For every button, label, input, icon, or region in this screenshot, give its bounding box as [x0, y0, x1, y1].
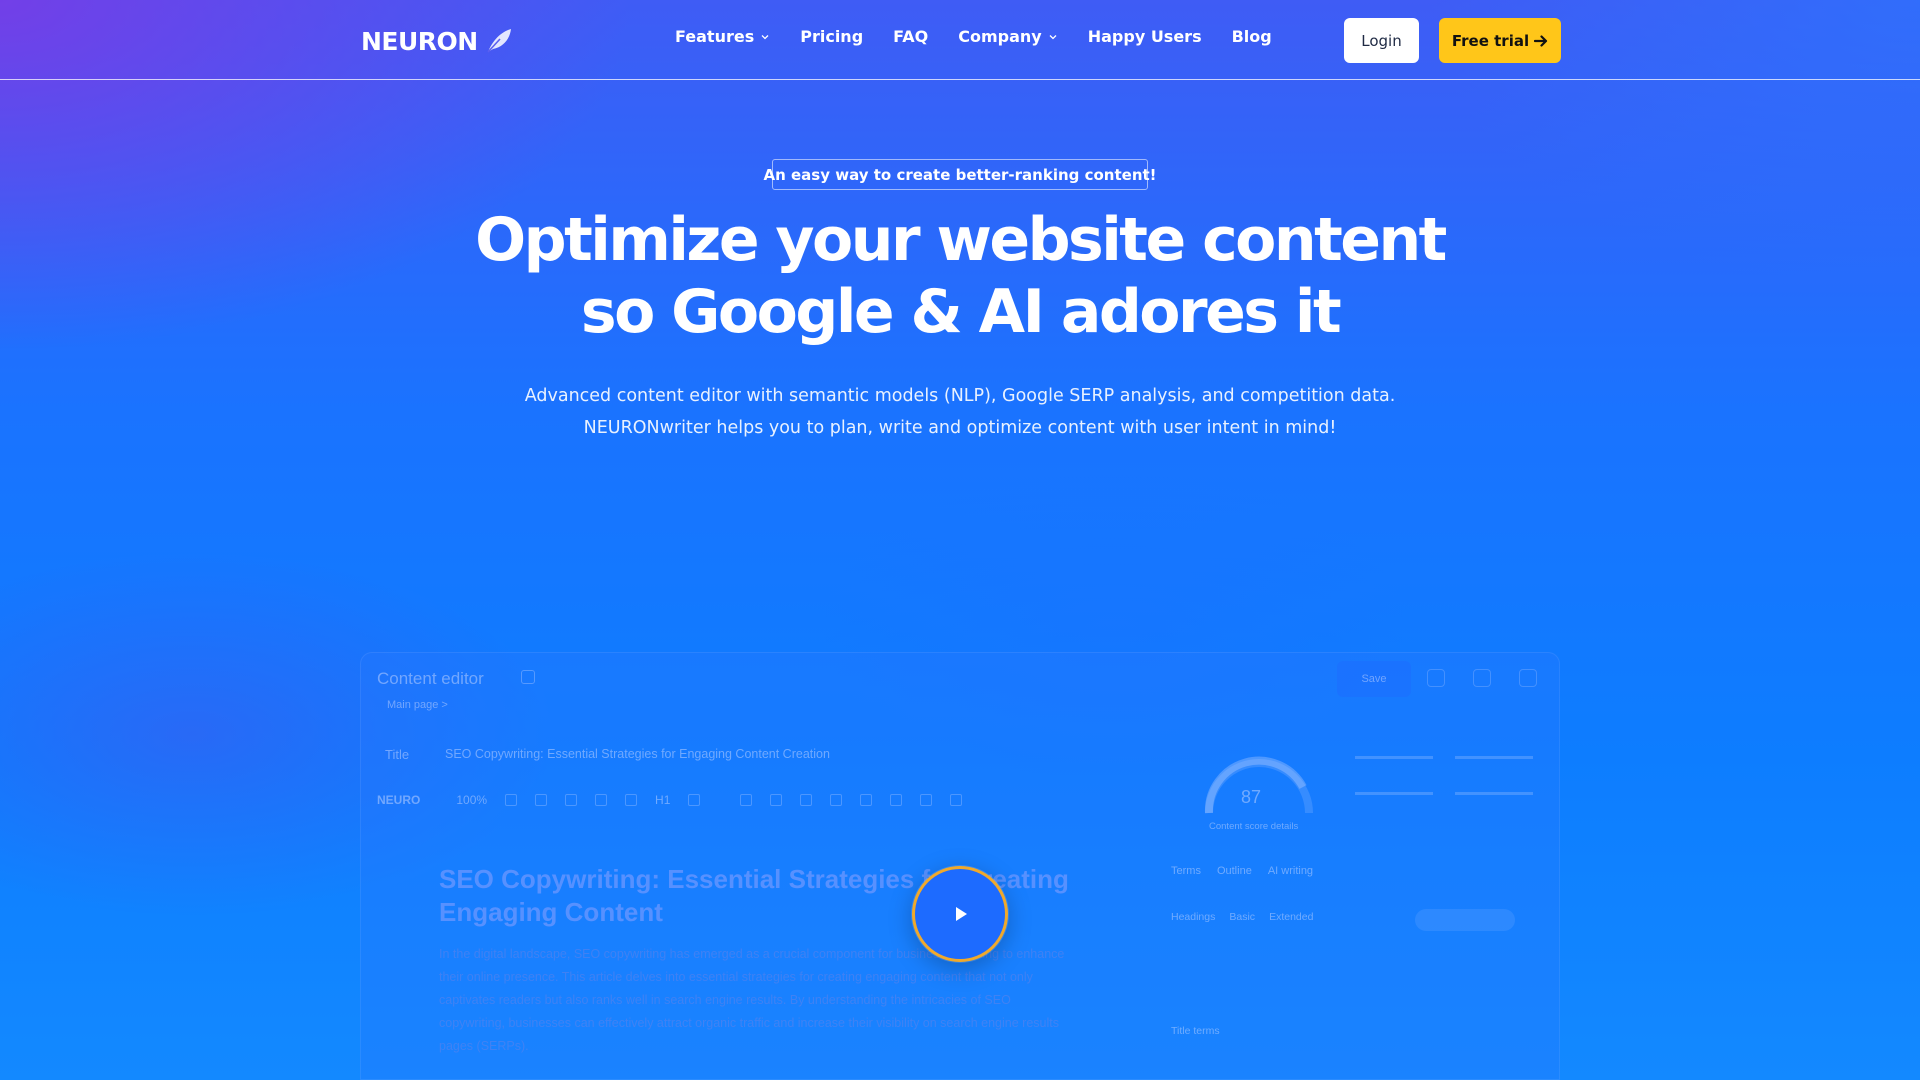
- nav-item-faq[interactable]: FAQ: [893, 27, 928, 46]
- clear-format-icon: [860, 794, 873, 806]
- arrow-right-icon: [1534, 34, 1548, 47]
- nav-item-label: Happy Users: [1087, 27, 1202, 46]
- expand-icon: [521, 670, 535, 684]
- preview-title-value: SEO Copywriting: Essential Strategies fo…: [445, 747, 830, 761]
- bookmark-icon: [920, 794, 933, 806]
- document-icon: [1473, 669, 1491, 687]
- preview-window-title: Content editor: [377, 669, 484, 688]
- metric-bar: [1355, 785, 1433, 795]
- nav-item-label: Features: [675, 27, 755, 46]
- tab-outline: Outline: [1216, 865, 1252, 877]
- login-button[interactable]: Login: [1344, 18, 1419, 63]
- subtext-line-1: Advanced content editor with semantic mo…: [524, 386, 1396, 406]
- minus-icon: [505, 794, 518, 806]
- metric-bar: [1455, 749, 1533, 759]
- subtab-extended: Extended: [1269, 911, 1314, 923]
- chevron-down-icon: [761, 34, 769, 39]
- preview-row-title-terms: Title terms: [1171, 1025, 1220, 1037]
- preview-save-button: Save: [1337, 661, 1411, 697]
- strikethrough-icon: [830, 794, 843, 806]
- logo[interactable]: NEURON: [361, 24, 514, 58]
- hero-tagline: An easy way to create better-ranking con…: [764, 159, 1157, 190]
- tab-ai-writing: AI writing: [1267, 865, 1314, 877]
- headline-line-2: so Google & AI adores it: [580, 277, 1342, 347]
- nav-item-happy-users[interactable]: Happy Users: [1088, 27, 1202, 46]
- hero-headline: Optimize your website content so Google …: [360, 204, 1560, 348]
- preview-tabs: Terms Outline AI writing: [1171, 865, 1313, 877]
- italic-icon: [770, 794, 783, 806]
- metric-bar: [1455, 785, 1533, 795]
- nav-item-label: Blog: [1231, 27, 1272, 46]
- tab-terms: Terms: [1171, 865, 1201, 877]
- align-icon: [688, 794, 701, 806]
- toolbar-brand: NEURO: [377, 793, 421, 807]
- nav-item-pricing[interactable]: Pricing: [800, 27, 863, 46]
- plus-icon: [535, 794, 548, 806]
- link-icon: [890, 794, 903, 806]
- nav-item-features[interactable]: Features: [675, 27, 770, 46]
- nav-item-blog[interactable]: Blog: [1232, 27, 1272, 46]
- nav-item-label: Company: [958, 27, 1042, 46]
- subtext-line-2: NEURONwriter helps you to plan, write an…: [583, 418, 1337, 438]
- preview-document-heading: SEO Copywriting: Essential Strategies fo…: [439, 864, 1069, 927]
- preview-pill: [1415, 909, 1515, 931]
- preview-toolbar: NEURO 100% H1: [377, 785, 1117, 815]
- underline-icon: [800, 794, 813, 806]
- logo-text: NEURON: [361, 26, 478, 56]
- content-score-value: 87: [1241, 787, 1262, 807]
- search-icon: [565, 794, 578, 806]
- preview-breadcrumb: Main page >: [387, 699, 448, 711]
- fullscreen-icon: [1519, 669, 1537, 687]
- preview-metrics: [1355, 749, 1555, 829]
- top-navigation: NEURON Features Pricing FAQ Company Happ…: [0, 0, 1920, 80]
- preview-document-paragraph: In the digital landscape, SEO copywritin…: [439, 947, 1065, 1053]
- toolbar-zoom: 100%: [456, 793, 488, 807]
- pen-icon: [595, 794, 608, 806]
- play-icon: [956, 907, 967, 921]
- more-icon: [950, 794, 963, 806]
- preview-subtabs: Headings Basic Extended: [1171, 911, 1313, 923]
- feather-icon: [487, 29, 511, 53]
- subtab-headings: Headings: [1171, 911, 1216, 923]
- nav-item-label: FAQ: [893, 27, 929, 46]
- nav-links: Features Pricing FAQ Company Happy Users…: [675, 27, 1302, 46]
- content-score-caption: Content score details: [1209, 821, 1299, 832]
- eraser-icon: [625, 794, 638, 806]
- subtab-basic: Basic: [1229, 911, 1256, 923]
- hero-subtext: Advanced content editor with semantic mo…: [360, 380, 1560, 444]
- preview-title-label: Title: [385, 747, 410, 762]
- chevron-down-icon: [1049, 34, 1057, 39]
- chat-icon: [1427, 669, 1445, 687]
- toolbar-style: H1: [655, 793, 671, 807]
- free-trial-button[interactable]: Free trial: [1439, 18, 1561, 63]
- content-score-gauge: [1204, 756, 1313, 814]
- headline-line-1: Optimize your website content: [475, 205, 1447, 275]
- metric-bar: [1355, 749, 1433, 759]
- bold-icon: [740, 794, 753, 806]
- play-video-button[interactable]: [912, 866, 1008, 962]
- nav-item-company[interactable]: Company: [958, 27, 1057, 46]
- free-trial-label: Free trial: [1451, 31, 1530, 50]
- nav-item-label: Pricing: [800, 27, 864, 46]
